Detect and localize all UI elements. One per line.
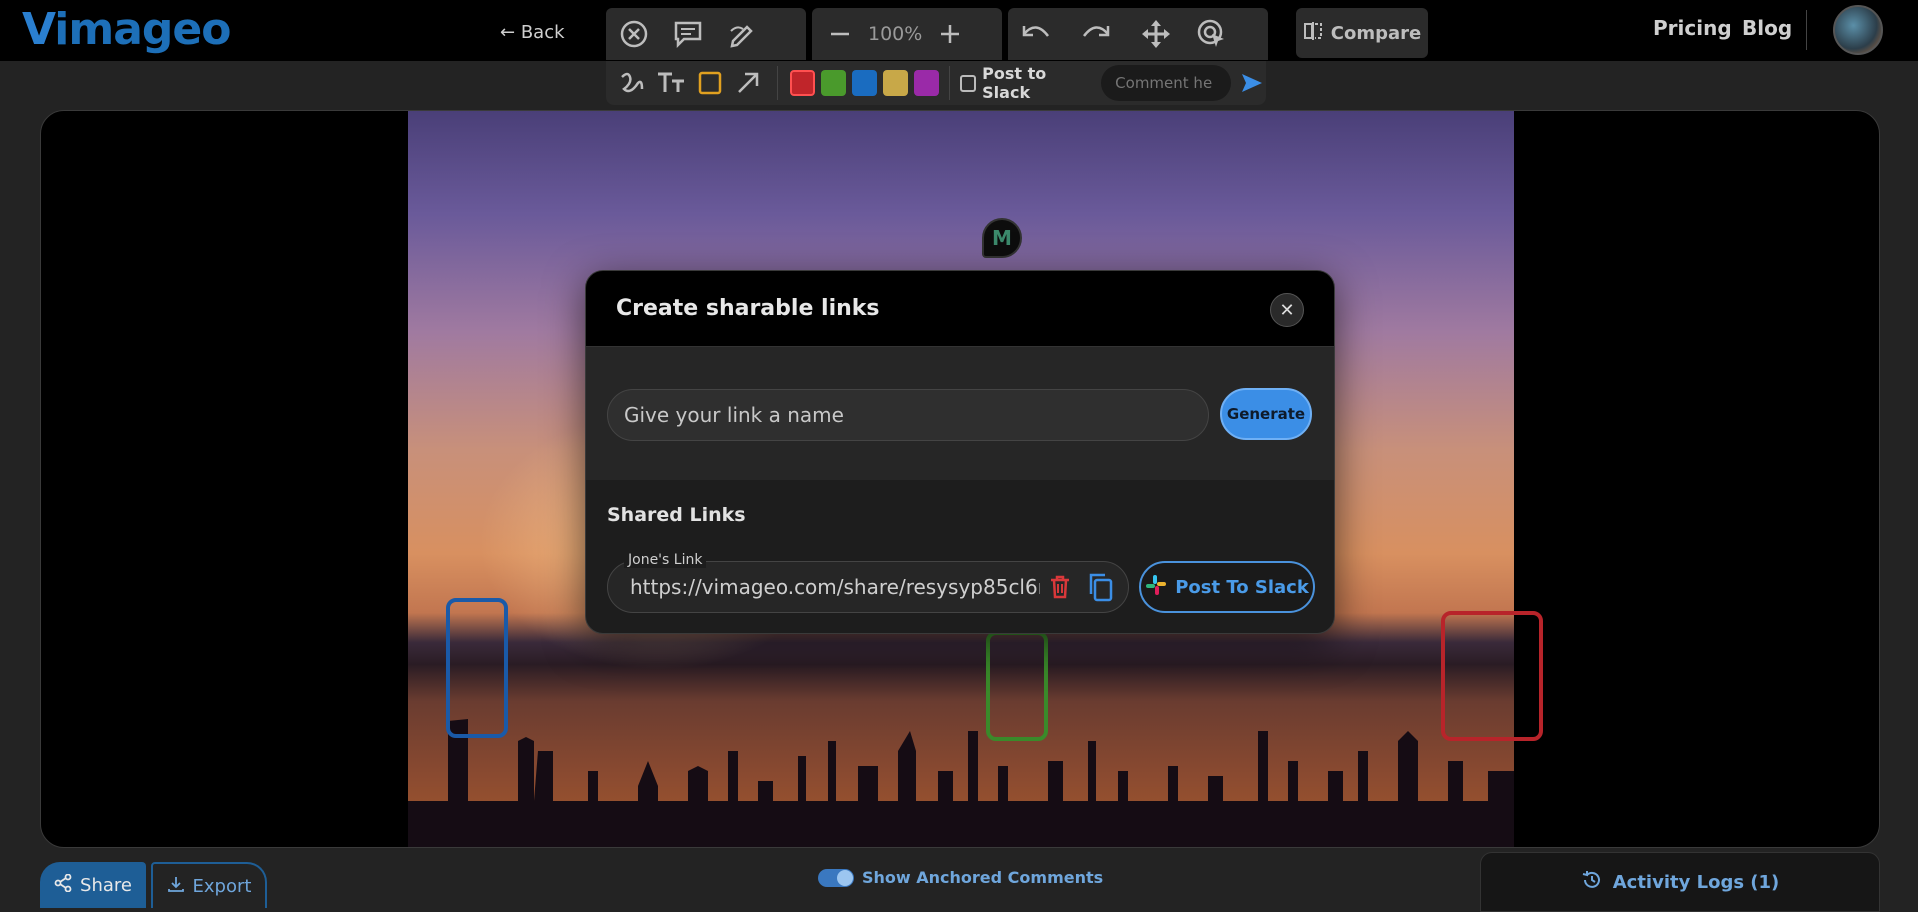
target-pointer-icon[interactable] <box>1192 14 1232 54</box>
activity-logs-button[interactable]: Activity Logs (1) <box>1480 852 1880 912</box>
color-swatch-purple[interactable] <box>913 70 939 96</box>
redo-icon[interactable] <box>1076 14 1116 54</box>
link-name-input[interactable] <box>607 389 1209 441</box>
modal-title: Create sharable links <box>616 296 880 321</box>
comment-input[interactable] <box>1101 65 1232 101</box>
post-to-slack-checkbox[interactable] <box>959 74 977 92</box>
plus-icon[interactable] <box>930 14 970 54</box>
history-icon <box>1581 869 1603 896</box>
arrow-icon[interactable] <box>732 63 765 103</box>
anchored-comment-pin[interactable]: M <box>982 218 1022 258</box>
toggle-switch[interactable] <box>818 868 854 887</box>
post-to-slack-button[interactable]: Post To Slack <box>1139 561 1315 613</box>
annotation-box-blue[interactable] <box>446 598 508 738</box>
nav-blog[interactable]: Blog <box>1742 16 1792 40</box>
shared-links-title: Shared Links <box>607 504 746 526</box>
zoom-toolbar: 100% <box>812 8 1002 60</box>
pen-icon[interactable] <box>722 14 762 54</box>
circle-x-icon[interactable] <box>614 14 654 54</box>
avatar[interactable] <box>1833 5 1883 55</box>
freehand-icon[interactable] <box>616 63 649 103</box>
nav-pricing[interactable]: Pricing <box>1653 16 1732 40</box>
vimageo-logo[interactable]: Vimageo <box>22 4 231 55</box>
back-button[interactable]: ← Back <box>500 22 565 43</box>
color-swatch-red[interactable] <box>789 70 815 96</box>
annotation-box-green[interactable] <box>986 631 1048 741</box>
trash-icon[interactable] <box>1048 574 1072 604</box>
annotate-toolbar <box>606 8 806 60</box>
link-url[interactable]: https://vimageo.com/share/resysyp85cl6m <box>630 575 1040 599</box>
drawing-toolbar: Post to Slack <box>606 61 1266 105</box>
toolbar-divider <box>948 66 950 100</box>
share-button[interactable]: Share <box>40 862 146 908</box>
post-to-slack-label: Post to Slack <box>982 64 1047 102</box>
slack-icon <box>1145 574 1167 601</box>
text-icon[interactable] <box>655 63 688 103</box>
generate-row: Generate <box>586 347 1334 480</box>
toolbar-divider <box>776 66 778 100</box>
undo-icon[interactable] <box>1016 14 1056 54</box>
share-icon <box>54 873 72 897</box>
compare-icon <box>1303 21 1323 46</box>
city-skyline <box>408 719 1514 847</box>
close-icon[interactable]: ✕ <box>1270 293 1304 327</box>
download-icon <box>167 875 185 898</box>
copy-icon[interactable] <box>1086 572 1114 606</box>
arrow-left-icon: ← <box>500 22 516 43</box>
share-links-modal: Create sharable links ✕ Generate Shared … <box>585 270 1335 634</box>
color-swatch-yellow[interactable] <box>882 70 908 96</box>
comment-icon[interactable] <box>668 14 708 54</box>
zoom-level: 100% <box>868 23 923 45</box>
color-swatch-blue[interactable] <box>851 70 877 96</box>
header-divider <box>1806 10 1807 50</box>
shared-link-field[interactable]: Jone's Link https://vimageo.com/share/re… <box>607 552 1129 613</box>
annotation-box-red[interactable] <box>1441 611 1543 741</box>
generate-button[interactable]: Generate <box>1220 388 1312 440</box>
show-anchored-comments-toggle[interactable]: Show Anchored Comments <box>818 868 1103 887</box>
send-icon[interactable] <box>1237 63 1266 103</box>
modal-header: Create sharable links <box>586 271 1334 347</box>
minus-icon[interactable] <box>820 14 860 54</box>
rectangle-icon[interactable] <box>693 63 726 103</box>
top-header: Vimageo ← Back 100% Compare Pricing Blog <box>0 0 1918 61</box>
history-toolbar <box>1008 8 1268 60</box>
link-name-label: Jone's Link <box>624 552 707 568</box>
export-button[interactable]: Export <box>151 862 267 908</box>
color-swatch-green[interactable] <box>820 70 846 96</box>
move-icon[interactable] <box>1136 14 1176 54</box>
compare-button[interactable]: Compare <box>1296 8 1428 58</box>
